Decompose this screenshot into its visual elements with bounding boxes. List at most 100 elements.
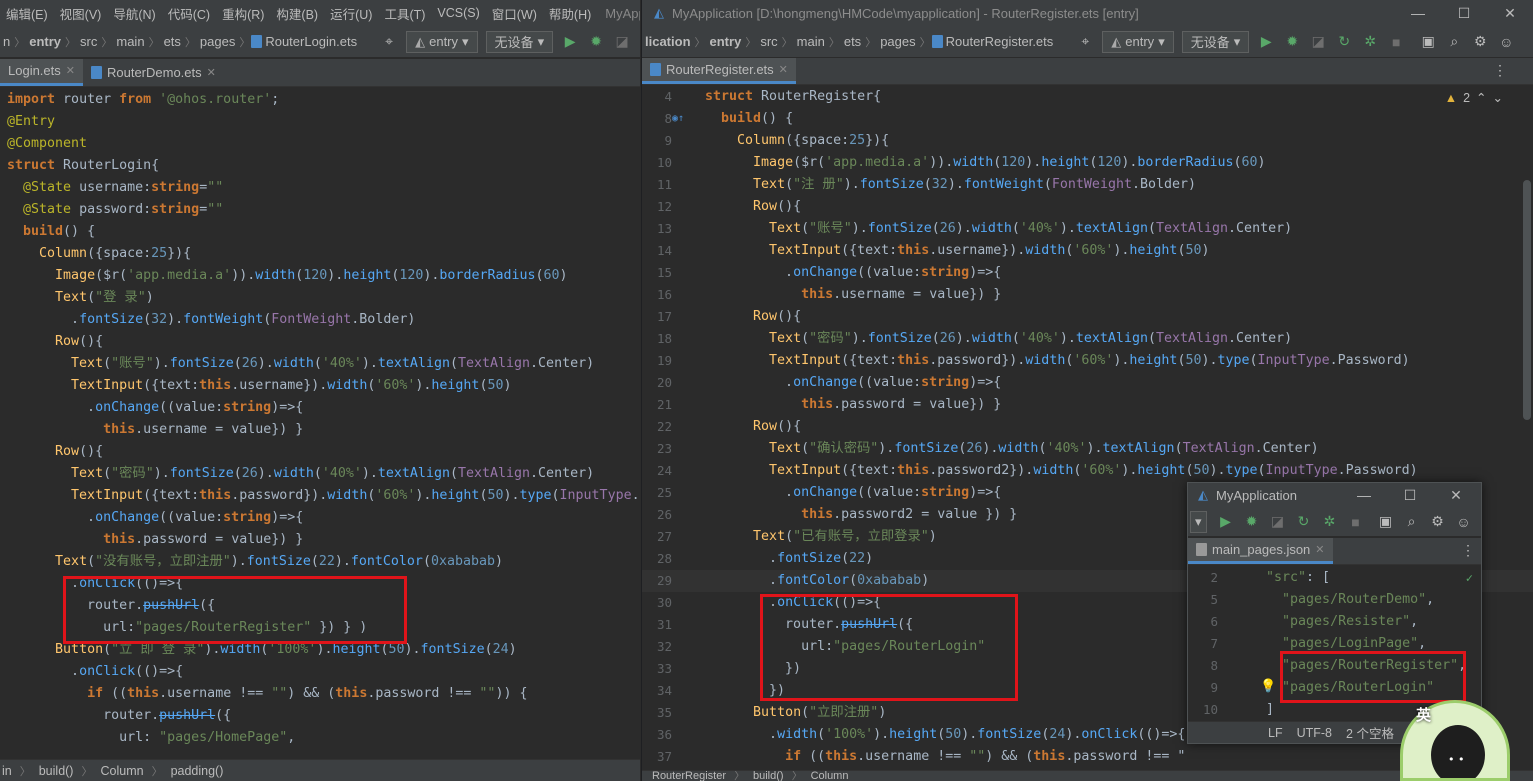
line-number[interactable]: 19 xyxy=(644,350,672,372)
line-number[interactable]: 15 xyxy=(644,262,672,284)
line-number[interactable]: 36 xyxy=(644,724,672,746)
run-icon[interactable]: ▶ xyxy=(1255,31,1277,53)
target-icon[interactable]: ⌖ xyxy=(378,31,400,53)
code-line[interactable]: @Entry xyxy=(0,111,640,133)
breadcrumb-item[interactable]: lication xyxy=(642,34,694,49)
code-line[interactable]: 12 Row(){ xyxy=(642,196,1533,218)
device-select[interactable]: ▾ xyxy=(1190,510,1207,533)
menu-run[interactable]: 运行(U) xyxy=(324,4,378,23)
line-number[interactable]: 30 xyxy=(644,592,672,614)
lightbulb-icon[interactable]: 💡 xyxy=(1260,679,1276,694)
code-line[interactable]: TextInput({text:this.password}).width('6… xyxy=(0,485,640,507)
line-number[interactable]: 17 xyxy=(644,306,672,328)
line-number[interactable]: 6 xyxy=(1190,611,1218,633)
device-select[interactable]: 无设备 ▾ xyxy=(1181,30,1250,53)
menu-navigate[interactable]: 导航(N) xyxy=(107,4,161,23)
code-line[interactable]: this.username = value}) } xyxy=(0,419,640,441)
stop-icon[interactable]: ■ xyxy=(1385,31,1407,53)
module-select[interactable]: ◭ entry ▾ xyxy=(406,30,478,53)
left-code-editor[interactable]: import router from '@ohos.router'; @Entry… xyxy=(0,88,640,759)
line-number[interactable]: 26 xyxy=(644,504,672,526)
stop-icon[interactable]: ■ xyxy=(1345,511,1367,533)
code-line[interactable]: 16 this.username = value}) } xyxy=(642,284,1533,306)
breadcrumb-item[interactable]: ets xyxy=(841,34,864,49)
debug-icon[interactable]: ✹ xyxy=(585,31,607,53)
code-line[interactable]: build() { xyxy=(0,221,640,243)
breadcrumb-item[interactable]: main xyxy=(113,34,147,49)
status-crumb[interactable]: in xyxy=(2,764,12,778)
code-line[interactable]: this.password = value}) } xyxy=(0,529,640,551)
code-line[interactable]: 24 TextInput({text:this.password2}).widt… xyxy=(642,460,1533,482)
code-line[interactable]: Row(){ xyxy=(0,441,640,463)
code-line[interactable]: Text("没有账号，立即注册").fontSize(22).fontColor… xyxy=(0,551,640,573)
line-number[interactable]: 28 xyxy=(644,548,672,570)
ime-mode-indicator[interactable]: 英 xyxy=(1416,704,1431,725)
line-number[interactable]: 20 xyxy=(644,372,672,394)
code-line[interactable]: 19 TextInput({text:this.password}).width… xyxy=(642,350,1533,372)
line-number[interactable]: 27 xyxy=(644,526,672,548)
line-number[interactable]: 8 xyxy=(1190,655,1218,677)
line-number[interactable]: 37 xyxy=(644,746,672,768)
code-line[interactable]: Row(){ xyxy=(0,331,640,353)
tab-router-demo[interactable]: RouterDemo.ets ✕ xyxy=(83,59,224,86)
code-line[interactable]: 8 build() { xyxy=(642,108,1533,130)
minimize-icon[interactable]: — xyxy=(1341,483,1387,507)
line-number[interactable]: 14 xyxy=(644,240,672,262)
code-line[interactable]: if ((this.username !== "") && (this.pass… xyxy=(0,683,640,705)
breadcrumb-item[interactable]: ets xyxy=(161,34,184,49)
maximize-icon[interactable]: ☐ xyxy=(1387,483,1433,507)
code-line[interactable]: 21 this.password = value}) } xyxy=(642,394,1533,416)
close-icon[interactable]: ✕ xyxy=(1315,543,1324,556)
account-icon[interactable]: ☺ xyxy=(1495,31,1517,53)
status-crumb[interactable]: Column xyxy=(100,764,143,778)
gear-icon[interactable]: ⚙ xyxy=(1427,511,1449,533)
line-number[interactable]: 23 xyxy=(644,438,672,460)
attach-debugger-icon[interactable]: ◪ xyxy=(611,31,633,53)
profiler-icon[interactable]: ✲ xyxy=(1319,511,1341,533)
breadcrumb-item[interactable]: entry xyxy=(26,34,64,49)
menu-window[interactable]: 窗口(W) xyxy=(486,4,543,23)
close-icon[interactable]: ✕ xyxy=(779,63,788,76)
code-line[interactable]: Image($r('app.media.a')).width(120).heig… xyxy=(0,265,640,287)
line-number[interactable]: 24 xyxy=(644,460,672,482)
profiler-icon[interactable]: ✲ xyxy=(1359,31,1381,53)
line-number[interactable]: 16 xyxy=(644,284,672,306)
maximize-icon[interactable]: ☐ xyxy=(1441,0,1487,26)
status-crumb[interactable]: build() xyxy=(39,764,74,778)
code-line[interactable]: 17 Row(){ xyxy=(642,306,1533,328)
close-window-icon[interactable]: ✕ xyxy=(1433,483,1479,507)
device-select[interactable]: 无设备 ▾ xyxy=(485,30,554,53)
code-line[interactable]: .onClick(()=>{ xyxy=(0,661,640,683)
code-line[interactable]: Text("登 录") xyxy=(0,287,640,309)
close-icon[interactable]: ✕ xyxy=(66,64,75,77)
status-crumb[interactable]: padding() xyxy=(171,764,224,778)
search-icon[interactable]: ⌕ xyxy=(1443,31,1465,53)
line-number[interactable]: 18 xyxy=(644,328,672,350)
close-window-icon[interactable]: ✕ xyxy=(1487,0,1533,26)
line-number[interactable]: 8 xyxy=(644,108,672,130)
code-line[interactable]: .onChange((value:string)=>{ xyxy=(0,397,640,419)
encoding[interactable]: UTF-8 xyxy=(1297,726,1332,740)
code-line[interactable]: .onChange((value:string)=>{ xyxy=(0,507,640,529)
code-line[interactable]: 14 TextInput({text:this.username}).width… xyxy=(642,240,1533,262)
code-line[interactable]: url: "pages/HomePage", xyxy=(0,727,640,749)
code-line[interactable]: 20 .onChange((value:string)=>{ xyxy=(642,372,1533,394)
code-line[interactable]: router.pushUrl({ xyxy=(0,705,640,727)
line-number[interactable]: 34 xyxy=(644,680,672,702)
code-line[interactable]: 22 Row(){ xyxy=(642,416,1533,438)
breadcrumb-item[interactable]: main xyxy=(794,34,828,49)
line-number[interactable]: 31 xyxy=(644,614,672,636)
code-line[interactable]: 5 "pages/RouterDemo", xyxy=(1188,589,1481,611)
line-number[interactable]: 22 xyxy=(644,416,672,438)
menu-edit[interactable]: 编辑(E) xyxy=(0,4,54,23)
line-number[interactable]: 9 xyxy=(1190,677,1218,699)
line-number[interactable]: 4 xyxy=(644,86,672,108)
line-number[interactable]: 10 xyxy=(644,152,672,174)
code-line[interactable]: 4 struct RouterRegister{ xyxy=(642,86,1533,108)
more-options-icon[interactable]: ⋮ xyxy=(1493,62,1507,79)
code-line[interactable]: 18 Text("密码").fontSize(26).width('40%').… xyxy=(642,328,1533,350)
tab-router-register[interactable]: RouterRegister.ets ✕ xyxy=(642,58,796,84)
inspection-widget[interactable]: ▲ 2 ⌃ ⌄ xyxy=(1445,90,1503,106)
line-number[interactable]: 21 xyxy=(644,394,672,416)
menu-tools[interactable]: 工具(T) xyxy=(378,4,431,23)
